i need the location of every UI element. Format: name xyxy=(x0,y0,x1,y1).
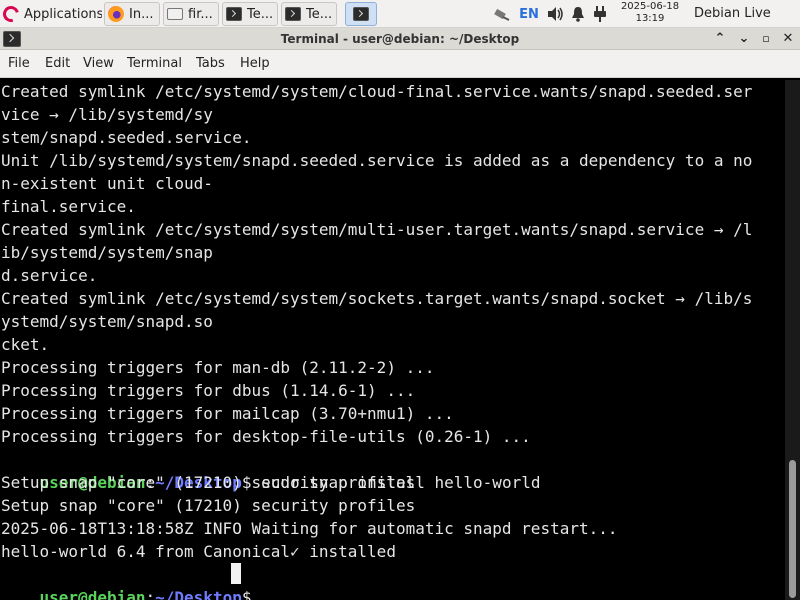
terminal-line: stem/snapd.seeded.service. xyxy=(1,128,252,147)
terminal-line: ystemd/system/snapd.so xyxy=(1,312,213,331)
terminal-icon xyxy=(353,7,369,21)
menu-edit[interactable]: Edit xyxy=(45,50,70,78)
menu-file[interactable]: File xyxy=(8,50,30,78)
taskbar-item-label: Te... xyxy=(306,6,333,22)
user-menu[interactable]: Debian Live user xyxy=(694,0,800,49)
firefox-icon xyxy=(108,6,124,22)
terminal-line: Created symlink /etc/systemd/system/clou… xyxy=(1,82,753,101)
volume-icon[interactable] xyxy=(544,0,566,28)
power-plug-icon[interactable] xyxy=(590,0,610,28)
debian-logo-icon xyxy=(0,3,22,25)
terminal-line: Processing triggers for man-db (2.11.2-2… xyxy=(1,358,435,377)
window-close-button[interactable]: ✕ xyxy=(778,30,798,48)
terminal-line: Setup snap "core" (17210) security profi… xyxy=(1,496,416,515)
terminal-line: Processing triggers for dbus (1.14.6-1) … xyxy=(1,381,416,400)
prompt-symbol: $ xyxy=(241,588,252,600)
taskbar-item-label: Te... xyxy=(247,6,274,22)
taskbar-item-firefox[interactable]: In... xyxy=(104,2,160,26)
terminal-line: n-existent unit cloud- xyxy=(1,174,213,193)
terminal-cursor xyxy=(231,563,241,584)
menu-bar: File Edit View Terminal Tabs Help xyxy=(0,50,800,78)
clock[interactable]: 2025-06-18 13:19 xyxy=(612,1,688,25)
terminal-output[interactable]: Created symlink /etc/systemd/system/clou… xyxy=(0,80,785,600)
prompt-path: ~/Desktop xyxy=(155,588,242,600)
terminal-line: ib/systemd/system/snap xyxy=(1,243,213,262)
window-shade-button[interactable]: ⌄ xyxy=(734,30,754,48)
applications-menu-label: Applications xyxy=(24,6,102,22)
clock-time: 13:19 xyxy=(635,13,665,24)
prompt-colon: : xyxy=(145,588,156,600)
terminal-line: hello-world 6.4 from Canonical✓ installe… xyxy=(1,542,396,561)
network-usb-icon[interactable] xyxy=(490,0,514,28)
terminal-line: Processing triggers for desktop-file-uti… xyxy=(1,427,531,446)
terminal-line: Created symlink /etc/systemd/system/sock… xyxy=(1,289,753,308)
window-minimize-button[interactable]: ⌃ xyxy=(710,30,730,48)
window-title: Terminal - user@debian: ~/Desktop xyxy=(280,32,520,46)
taskbar-item-label: fir... xyxy=(188,6,213,22)
taskbar-item-file-manager[interactable]: fir... xyxy=(163,2,219,26)
menu-view[interactable]: View xyxy=(83,50,114,78)
prompt-user: user@debian xyxy=(39,588,146,600)
terminal-scrollbar-thumb[interactable] xyxy=(789,460,796,598)
terminal-line: cket. xyxy=(1,335,50,354)
keyboard-layout-label: EN xyxy=(519,6,539,22)
taskbar-item-terminal-active[interactable] xyxy=(345,2,377,26)
window-maximize-button[interactable]: ▫ xyxy=(756,30,776,48)
clock-date: 2025-06-18 xyxy=(620,1,680,12)
terminal-line: Created symlink /etc/systemd/system/mult… xyxy=(1,220,753,239)
terminal-line: vice → /lib/systemd/sy xyxy=(1,105,213,124)
terminal-line: Setup snap "core" (17210) security profi… xyxy=(1,473,416,492)
terminal-line: 2025-06-18T13:18:58Z INFO Waiting for au… xyxy=(1,519,618,538)
current-prompt-line[interactable]: user@debian:~/Desktop$ xyxy=(1,563,252,600)
keyboard-layout-indicator[interactable]: EN xyxy=(516,0,542,28)
terminal-line: Processing triggers for mailcap (3.70+nm… xyxy=(1,404,454,423)
prompt-line: user@debian:~/Desktop$ sudo snap install… xyxy=(1,448,541,492)
terminal-line: d.service. xyxy=(1,266,98,285)
menu-terminal[interactable]: Terminal xyxy=(127,50,182,78)
notifications-bell-icon[interactable] xyxy=(568,0,588,28)
terminal-icon xyxy=(226,7,242,21)
folder-icon xyxy=(167,8,183,20)
taskbar-item-terminal-1[interactable]: Te... xyxy=(222,2,278,26)
taskbar-item-terminal-2[interactable]: Te... xyxy=(281,2,337,26)
terminal-line: final.service. xyxy=(1,197,136,216)
top-panel: Applications ⁝ In... fir... Te... Te... … xyxy=(0,0,800,49)
menu-tabs[interactable]: Tabs xyxy=(196,50,225,78)
taskbar-item-label: In... xyxy=(129,6,154,22)
terminal-line: Unit /lib/systemd/system/snapd.seeded.se… xyxy=(1,151,753,170)
window-titlebar[interactable]: Terminal - user@debian: ~/Desktop ⌃ ⌄ ▫ … xyxy=(0,28,800,50)
applications-menu-button[interactable]: Applications ⁝ xyxy=(0,2,102,26)
menu-help[interactable]: Help xyxy=(240,50,270,78)
terminal-icon xyxy=(285,7,301,21)
